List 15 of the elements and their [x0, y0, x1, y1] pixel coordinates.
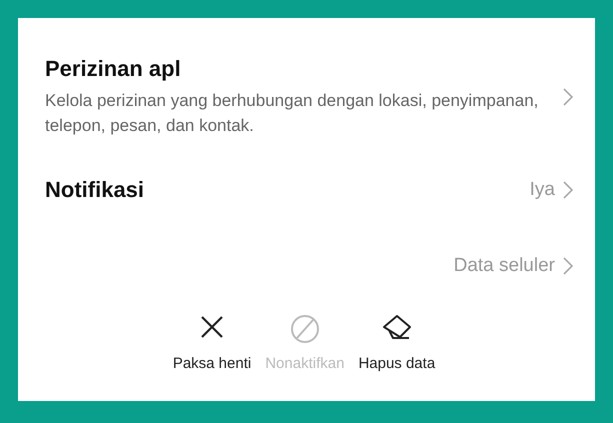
- eraser-icon: [380, 314, 413, 342]
- setting-value: Iya: [530, 179, 555, 201]
- settings-row[interactable]: Notifikasi Iya: [45, 152, 573, 228]
- chevron-icon: [563, 181, 573, 199]
- close-icon: [199, 314, 226, 340]
- chevron-icon: [563, 257, 573, 275]
- block-icon: [290, 314, 320, 344]
- setting-title: Perizinan apl: [45, 56, 182, 82]
- action-button[interactable]: Paksa henti: [172, 314, 252, 372]
- action-button[interactable]: Hapus data: [358, 314, 436, 372]
- setting-value: Data seluler: [454, 255, 555, 277]
- settings-row[interactable]: Perizinan apl Kelola perizinan yang berhubungan dengan lokasi, penyimpanan, telepon, pesan, dan kontak.: [45, 42, 573, 152]
- setting-title: Notifikasi: [45, 177, 146, 203]
- chevron-icon: [563, 88, 573, 106]
- setting-description: Kelola perizinan yang berhubungan dengan lokasi, penyimpanan, telepon, pesan, dan kontak.: [45, 90, 540, 137]
